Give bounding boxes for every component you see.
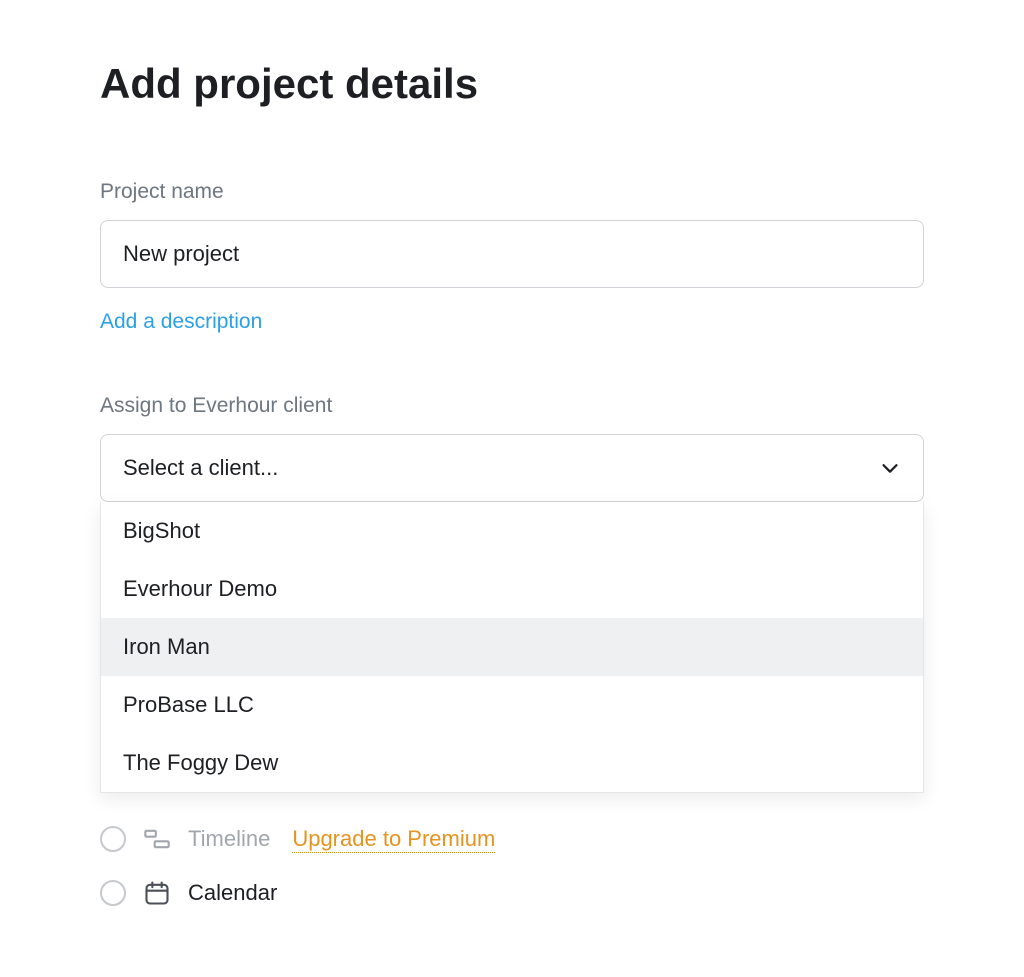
client-dropdown-menu: BigShot Everhour Demo Iron Man ProBase L… (100, 502, 924, 793)
view-option-label: Calendar (188, 880, 277, 906)
project-name-input[interactable] (100, 220, 924, 288)
client-option[interactable]: Everhour Demo (101, 560, 923, 618)
client-section: Assign to Everhour client Select a clien… (100, 394, 924, 502)
add-description-link[interactable]: Add a description (100, 310, 262, 334)
calendar-icon (142, 878, 172, 908)
client-select[interactable]: Select a client... (100, 434, 924, 502)
page-title: Add project details (100, 60, 924, 108)
project-name-section: Project name Add a description (100, 180, 924, 334)
project-name-label: Project name (100, 180, 924, 204)
client-option[interactable]: ProBase LLC (101, 676, 923, 734)
radio-unchecked-icon[interactable] (100, 826, 126, 852)
client-option[interactable]: BigShot (101, 502, 923, 560)
view-options: Timeline Upgrade to Premium Calendar (100, 812, 924, 920)
chevron-down-icon (879, 457, 901, 479)
client-select-placeholder: Select a client... (123, 455, 278, 481)
view-option-calendar[interactable]: Calendar (100, 866, 924, 920)
view-option-label: Timeline (188, 826, 270, 852)
timeline-icon (142, 824, 172, 854)
upgrade-to-premium-link[interactable]: Upgrade to Premium (292, 826, 495, 853)
view-option-timeline[interactable]: Timeline Upgrade to Premium (100, 812, 924, 866)
radio-unchecked-icon[interactable] (100, 880, 126, 906)
client-select-label: Assign to Everhour client (100, 394, 924, 418)
client-option[interactable]: Iron Man (101, 618, 923, 676)
client-select-wrapper: Select a client... BigShot Everhour Demo… (100, 434, 924, 502)
client-option[interactable]: The Foggy Dew (101, 734, 923, 792)
